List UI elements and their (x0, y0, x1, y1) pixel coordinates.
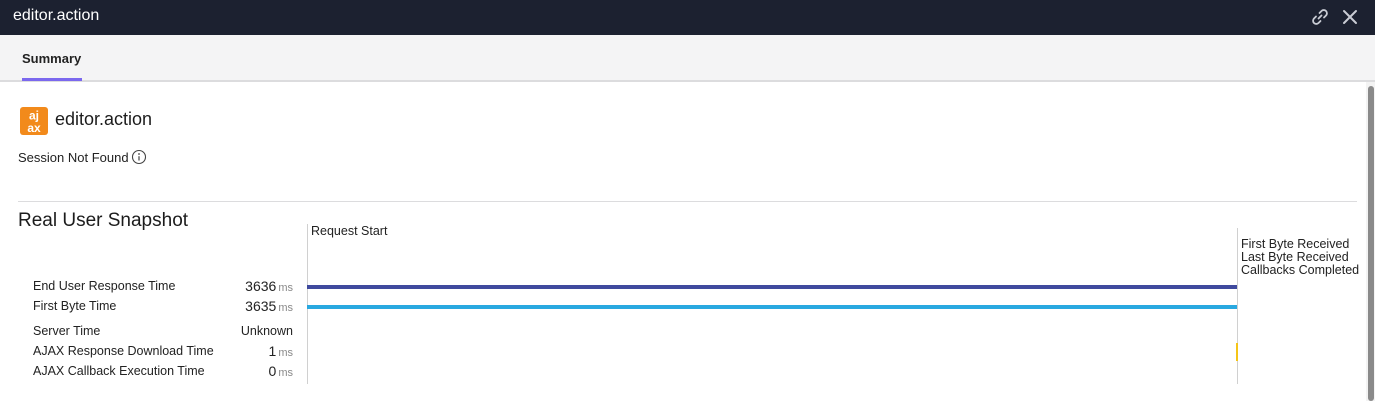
snapshot-title: Real User Snapshot (18, 210, 189, 231)
callbacks-completed-label: Callbacks Completed (1241, 263, 1360, 277)
metric-value-ajax-callback-execution-time: 0 ms (269, 363, 293, 379)
metric-label-server-time: Server Time (33, 324, 101, 338)
metric-label-first-byte-time: First Byte Time (33, 299, 117, 313)
close-icon[interactable] (1340, 7, 1360, 27)
metric-value-server-time: Unknown (241, 324, 293, 338)
tab-bar: Summary (0, 35, 1375, 82)
metric-unit: ms (278, 302, 293, 314)
ajax-download-bar (1236, 343, 1238, 361)
metric-label-ajax-callback-execution-time: AJAX Callback Execution Time (33, 364, 205, 378)
window-title-bar: editor.action (0, 0, 1375, 35)
session-status: Session Not Found (18, 150, 129, 165)
ajax-logo-icon: aj ax (20, 107, 48, 135)
link-icon[interactable] (1310, 7, 1330, 27)
metric-value-ajax-response-download-time: 1 ms (269, 343, 293, 359)
metric-number: 3635 (245, 298, 277, 314)
section-divider (18, 201, 1357, 202)
scrollbar-thumb[interactable] (1368, 86, 1374, 401)
metric-value-first-byte-time: 3635 ms (245, 298, 293, 314)
timeline-chart (307, 224, 1238, 384)
metric-number: 0 (268, 363, 277, 379)
metric-label-end-user-response-time: End User Response Time (33, 279, 176, 293)
first-byte-bar (307, 305, 1237, 309)
metric-label-ajax-response-download-time: AJAX Response Download Time (33, 344, 214, 358)
metric-text: Unknown (240, 324, 293, 338)
end-user-response-bar (307, 285, 1237, 289)
request-start-label: Request Start (311, 224, 388, 238)
window-title: editor.action (13, 7, 100, 24)
metric-unit: ms (278, 347, 293, 359)
metric-number: 3636 (245, 278, 277, 294)
page-title: editor.action (55, 109, 153, 129)
metric-unit: ms (278, 282, 293, 294)
svg-text:ax: ax (27, 121, 41, 135)
active-tab-indicator (22, 78, 82, 81)
info-icon[interactable] (131, 149, 147, 165)
tab-summary[interactable]: Summary (22, 51, 81, 66)
metric-value-end-user-response-time: 3636 ms (245, 278, 293, 294)
metric-number: 1 (268, 343, 277, 359)
metric-unit: ms (278, 367, 293, 379)
